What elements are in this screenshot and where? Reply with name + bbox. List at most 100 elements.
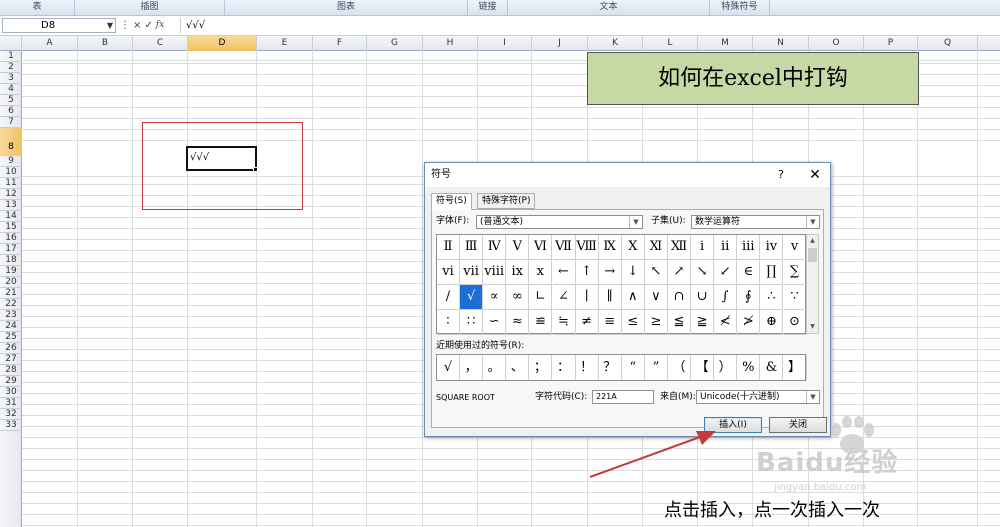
symbol-cell[interactable]: ≠: [575, 310, 599, 335]
symbol-cell[interactable]: Ⅸ: [598, 235, 622, 260]
from-select[interactable]: Unicode(十六进制) ▼: [696, 390, 820, 404]
ribbon-group-illustrations[interactable]: 插图: [75, 0, 225, 15]
row-header-25[interactable]: 25: [0, 332, 22, 343]
symbol-cell[interactable]: ∽: [483, 310, 507, 335]
symbol-cell[interactable]: Ⅳ: [483, 235, 507, 260]
symbol-cell[interactable]: Ⅺ: [644, 235, 668, 260]
symbol-cell[interactable]: ∪: [691, 285, 715, 310]
symbol-cell[interactable]: ≥: [644, 310, 668, 335]
symbol-cell[interactable]: ∧: [621, 285, 645, 310]
symbol-cell[interactable]: ↑: [575, 260, 599, 285]
symbol-cell[interactable]: Ⅷ: [575, 235, 599, 260]
ribbon-group-charts[interactable]: 图表: [225, 0, 468, 15]
help-icon[interactable]: ?: [771, 163, 791, 187]
row-header-15[interactable]: 15: [0, 222, 22, 233]
recent-symbol-cell[interactable]: 【: [691, 355, 715, 380]
row-header-3[interactable]: 3: [0, 73, 22, 84]
ribbon-group-links[interactable]: 链接: [468, 0, 508, 15]
symbol-cell[interactable]: ⅸ: [506, 260, 530, 285]
row-header-30[interactable]: 30: [0, 387, 22, 398]
symbol-cell[interactable]: ∴: [760, 285, 784, 310]
recent-symbol-cell[interactable]: ？: [599, 355, 622, 380]
column-header-n[interactable]: N: [753, 36, 809, 51]
symbol-cell[interactable]: Ⅹ: [621, 235, 645, 260]
row-header-32[interactable]: 32: [0, 409, 22, 420]
symbol-cell[interactable]: ⅶ: [460, 260, 484, 285]
column-header-q[interactable]: Q: [918, 36, 978, 51]
row-header-14[interactable]: 14: [0, 211, 22, 222]
row-header-27[interactable]: 27: [0, 354, 22, 365]
more-icon[interactable]: ⋮: [120, 18, 130, 33]
symbol-cell[interactable]: ∟: [529, 285, 553, 310]
symbol-cell[interactable]: ⅷ: [483, 260, 507, 285]
tab-special-characters[interactable]: 特殊字符(P): [477, 193, 536, 209]
column-header-e[interactable]: E: [257, 36, 313, 51]
column-header-d[interactable]: D: [188, 36, 257, 51]
row-header-17[interactable]: 17: [0, 244, 22, 255]
symbol-cell[interactable]: ⅰ: [691, 235, 715, 260]
symbol-cell[interactable]: ∨: [644, 285, 668, 310]
symbol-cell[interactable]: Ⅴ: [506, 235, 530, 260]
recent-symbol-cell[interactable]: ；: [529, 355, 553, 380]
symbol-cell[interactable]: ≒: [552, 310, 576, 335]
ribbon-group-text[interactable]: 文本: [508, 0, 710, 15]
row-header-26[interactable]: 26: [0, 343, 22, 354]
symbol-cell[interactable]: Ⅶ: [552, 235, 576, 260]
recent-symbol-cell[interactable]: 】: [784, 355, 807, 380]
close-icon[interactable]: ✕: [802, 163, 828, 187]
symbol-cell[interactable]: ≤: [621, 310, 645, 335]
column-header-h[interactable]: H: [423, 36, 478, 51]
symbol-cell[interactable]: ≧: [691, 310, 715, 335]
symbol-cell[interactable]: ∶: [437, 310, 460, 335]
row-header-12[interactable]: 12: [0, 189, 22, 200]
recent-symbol-cell[interactable]: &: [760, 355, 784, 380]
row-header-19[interactable]: 19: [0, 266, 22, 277]
symbol-cell[interactable]: ∷: [460, 310, 484, 335]
column-header-j[interactable]: J: [532, 36, 588, 51]
symbol-cell[interactable]: ⅹ: [529, 260, 553, 285]
column-header-c[interactable]: C: [133, 36, 188, 51]
symbol-cell[interactable]: ≌: [529, 310, 553, 335]
recent-symbol-cell[interactable]: %: [737, 355, 761, 380]
symbol-cell[interactable]: ⅴ: [783, 235, 807, 260]
symbol-cell[interactable]: Ⅵ: [529, 235, 553, 260]
symbol-cell[interactable]: ∏: [760, 260, 784, 285]
symbol-cell[interactable]: ↗: [668, 260, 691, 285]
scroll-thumb[interactable]: [808, 248, 817, 262]
insert-button[interactable]: 插入(I): [704, 417, 762, 433]
symbol-cell[interactable]: ←: [552, 260, 576, 285]
symbol-cell[interactable]: ∈: [737, 260, 761, 285]
chevron-down-icon[interactable]: ▼: [806, 391, 819, 403]
symbol-cell[interactable]: ⊙: [783, 310, 807, 335]
row-header-20[interactable]: 20: [0, 277, 22, 288]
row-header-6[interactable]: 6: [0, 106, 22, 117]
fill-handle[interactable]: [253, 167, 258, 172]
symbol-cell[interactable]: ∣: [575, 285, 599, 310]
symbol-cell[interactable]: Ⅲ: [460, 235, 484, 260]
symbol-cell[interactable]: →: [598, 260, 622, 285]
symbol-cell[interactable]: ∞: [506, 285, 530, 310]
font-select[interactable]: (普通文本) ▼: [476, 215, 643, 229]
row-header-23[interactable]: 23: [0, 310, 22, 321]
symbol-cell[interactable]: ∝: [483, 285, 507, 310]
row-header-10[interactable]: 10: [0, 167, 22, 178]
row-header-7[interactable]: 7: [0, 117, 22, 128]
chevron-down-icon[interactable]: ▼: [629, 216, 642, 228]
column-header-p[interactable]: P: [864, 36, 918, 51]
symbol-cell[interactable]: ⊕: [760, 310, 784, 335]
row-header-9[interactable]: 9: [0, 156, 22, 167]
symbol-cell[interactable]: Ⅻ: [668, 235, 691, 260]
recent-symbol-cell[interactable]: “: [622, 355, 645, 380]
symbol-cell[interactable]: ≦: [668, 310, 691, 335]
recent-symbol-cell[interactable]: ：: [553, 355, 576, 380]
column-header-m[interactable]: M: [698, 36, 753, 51]
row-header-21[interactable]: 21: [0, 288, 22, 299]
formula-input[interactable]: √√√: [180, 18, 998, 33]
row-header-5[interactable]: 5: [0, 95, 22, 106]
column-header-i[interactable]: I: [478, 36, 532, 51]
row-header-22[interactable]: 22: [0, 299, 22, 310]
symbol-cell[interactable]: ∕: [437, 285, 460, 310]
recent-symbol-cell[interactable]: ”: [645, 355, 668, 380]
symbol-cell[interactable]: ↘: [691, 260, 715, 285]
symbol-cell[interactable]: ∩: [668, 285, 691, 310]
